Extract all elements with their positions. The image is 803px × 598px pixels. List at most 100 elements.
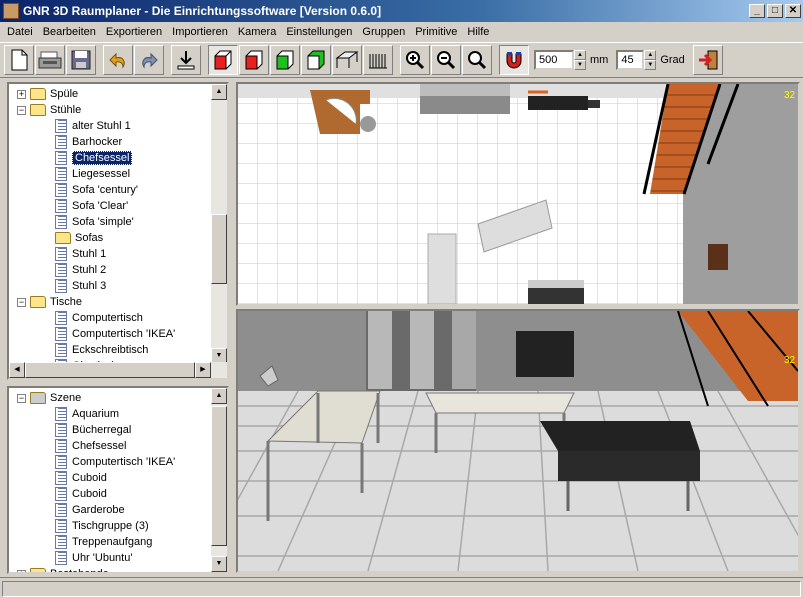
scroll-thumb[interactable] <box>211 406 227 546</box>
redo-button[interactable] <box>134 45 164 75</box>
tree-node[interactable]: Sofa 'simple' <box>55 214 134 230</box>
document-icon <box>55 535 67 549</box>
table-button[interactable] <box>332 45 362 75</box>
catalog-hscrollbar[interactable]: ◀ ▶ <box>9 362 227 378</box>
angle-input[interactable] <box>616 50 645 70</box>
tree-expander-icon[interactable]: − <box>17 297 26 307</box>
menu-datei[interactable]: Datei <box>2 26 38 38</box>
scroll-left-button[interactable]: ◀ <box>9 362 25 378</box>
grid-down-button[interactable]: ▼ <box>574 60 586 70</box>
tree-node[interactable]: Sofas <box>55 230 103 246</box>
scroll-down-button[interactable]: ▼ <box>211 556 227 572</box>
maximize-button[interactable]: □ <box>767 4 783 18</box>
undo-icon <box>109 52 125 69</box>
menu-hilfe[interactable]: Hilfe <box>462 26 494 38</box>
tree-expander-icon[interactable]: − <box>17 393 26 403</box>
grid-up-button[interactable]: ▲ <box>574 50 586 60</box>
minimize-button[interactable]: _ <box>749 4 765 18</box>
tree-node[interactable]: Aquarium <box>55 406 119 422</box>
tree-node[interactable]: + Spüle <box>17 86 78 102</box>
cube-green-button[interactable] <box>270 45 300 75</box>
tree-node-label: Szene <box>50 392 82 404</box>
tree-node[interactable]: Garderobe <box>55 502 125 518</box>
tree-node[interactable]: − Stühle <box>17 102 81 118</box>
document-icon <box>55 199 67 213</box>
tree-node-label: Garderobe <box>72 504 125 516</box>
tree-node[interactable]: Tischgruppe (3) <box>55 518 149 534</box>
cube-red-button[interactable] <box>239 45 269 75</box>
tree-node[interactable]: Cuboid <box>55 486 107 502</box>
tree-node[interactable]: Sofa 'century' <box>55 182 138 198</box>
scroll-up-button[interactable]: ▲ <box>211 388 227 404</box>
tree-node[interactable]: + Bestehende... <box>17 566 118 572</box>
desk-chair <box>516 331 574 377</box>
menu-bearbeiten[interactable]: Bearbeiten <box>38 26 101 38</box>
toolbar: ▲▼ mm ▲▼ Grad <box>0 42 803 78</box>
tree-node[interactable]: Computertisch <box>55 310 143 326</box>
tree-expander-icon[interactable]: − <box>17 105 26 115</box>
scroll-thumb[interactable] <box>211 214 227 284</box>
tree-node[interactable]: Computertisch 'IKEA' <box>55 326 175 342</box>
cube-outline-button[interactable] <box>208 45 238 75</box>
angle-down-button[interactable]: ▼ <box>644 60 657 70</box>
catalog-vscrollbar[interactable]: ▲ ▼ <box>211 84 227 364</box>
zoom-out-button[interactable] <box>431 45 461 75</box>
menu-gruppen[interactable]: Gruppen <box>357 26 410 38</box>
scroll-thumb-h[interactable] <box>25 362 195 378</box>
open-icon <box>38 51 62 69</box>
tree-node[interactable]: Stuhl 2 <box>55 262 106 278</box>
tree-node[interactable]: Stuhl 1 <box>55 246 106 262</box>
menu-einstellungen[interactable]: Einstellungen <box>281 26 357 38</box>
menu-importieren[interactable]: Importieren <box>167 26 233 38</box>
new-button[interactable] <box>4 45 34 75</box>
scene-vscrollbar[interactable]: ▲ ▼ <box>211 388 227 572</box>
undo-button[interactable] <box>103 45 133 75</box>
zoom-in-button[interactable] <box>400 45 430 75</box>
top-view-viewport[interactable]: 32 <box>236 82 800 306</box>
tree-node-label: Cuboid <box>72 488 107 500</box>
tree-expander-icon[interactable]: + <box>17 569 26 572</box>
tree-node[interactable]: Computertisch 'IKEA' <box>55 454 175 470</box>
import-button[interactable] <box>171 45 201 75</box>
exit-button[interactable] <box>692 45 723 75</box>
tree-node[interactable]: Treppenaufgang <box>55 534 152 550</box>
tree-node[interactable]: Chefsessel <box>55 150 133 166</box>
save-button[interactable] <box>66 45 96 75</box>
snap-magnet-button[interactable] <box>499 45 529 75</box>
open-button[interactable] <box>35 45 65 75</box>
tree-expander-icon[interactable]: + <box>17 89 26 99</box>
folder-icon <box>55 232 71 244</box>
tree-node[interactable]: Chefsessel <box>55 438 126 454</box>
app-icon[interactable] <box>3 3 19 19</box>
tree-node[interactable]: Sofa 'Clear' <box>55 198 128 214</box>
zoom-fit-icon <box>468 51 487 70</box>
catalog-tree[interactable]: + Spüle − Stühle alter Stuhl 1 Barhocker Chefs… <box>7 82 229 380</box>
tree-node[interactable]: Cuboid <box>55 470 107 486</box>
document-icon <box>55 119 67 133</box>
tree-node[interactable]: Barhocker <box>55 134 122 150</box>
zoom-fit-button[interactable] <box>462 45 492 75</box>
scroll-right-button[interactable]: ▶ <box>195 362 211 378</box>
document-icon <box>55 167 67 181</box>
menu-kamera[interactable]: Kamera <box>233 26 282 38</box>
tree-node[interactable]: Stuhl 3 <box>55 278 106 294</box>
perspective-viewport[interactable]: 32 <box>236 309 800 573</box>
tree-node[interactable]: Bücherregal <box>55 422 131 438</box>
tree-node[interactable]: Uhr 'Ubuntu' <box>55 550 132 566</box>
cube-white-button[interactable] <box>301 45 331 75</box>
tree-node[interactable]: Liegesessel <box>55 166 130 182</box>
close-button[interactable]: ✕ <box>785 4 801 18</box>
menu-primitive[interactable]: Primitive <box>410 26 462 38</box>
tree-node[interactable]: Eckschreibtisch <box>55 342 148 358</box>
grid-input[interactable] <box>534 50 574 70</box>
status-bar <box>0 577 803 598</box>
menu-exportieren[interactable]: Exportieren <box>101 26 167 38</box>
tree-node[interactable]: − Tische <box>17 294 82 310</box>
angle-up-button[interactable]: ▲ <box>644 50 657 60</box>
magnet-icon <box>506 52 522 69</box>
tree-node[interactable]: alter Stuhl 1 <box>55 118 131 134</box>
scene-tree[interactable]: − Szene Aquarium Bücherregal Chefsessel Compu… <box>7 386 229 574</box>
radiator-button[interactable] <box>363 45 393 75</box>
tree-node[interactable]: − Szene <box>17 390 81 406</box>
scroll-up-button[interactable]: ▲ <box>211 84 227 100</box>
